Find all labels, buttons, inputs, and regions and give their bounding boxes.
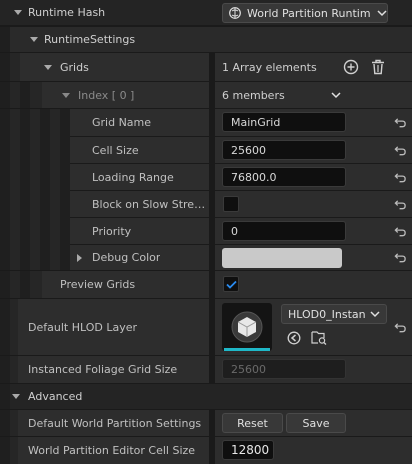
runtime-settings-label: RuntimeSettings	[44, 33, 136, 46]
priority-input[interactable]: 0	[222, 221, 346, 241]
checkmark-icon	[225, 280, 237, 289]
grid-name-input[interactable]: MainGrid	[222, 112, 346, 132]
expand-icon[interactable]	[14, 10, 22, 15]
loading-range-row: Loading Range 76800.0	[70, 164, 412, 190]
default-hlod-row: Default HLOD Layer HLOD0_Instanc	[0, 299, 412, 355]
index0-label: Index [ 0 ]	[78, 88, 135, 102]
use-selected-icon[interactable]	[287, 331, 301, 345]
hlod-layer-combo[interactable]: HLOD0_Instanc	[281, 304, 387, 324]
browse-asset-icon[interactable]	[311, 330, 327, 345]
cube-asset-icon	[231, 311, 263, 343]
chevron-down-icon[interactable]	[331, 91, 341, 99]
index0-value: 6 members	[222, 88, 285, 102]
editor-cell-size-label: World Partition Editor Cell Size	[28, 444, 196, 457]
default-wp-settings-row: Default World Partition Settings Reset S…	[0, 410, 412, 436]
reset-icon[interactable]	[392, 319, 408, 335]
chevron-down-icon	[377, 10, 387, 17]
reset-icon[interactable]	[392, 169, 408, 185]
grids-row: Grids 1 Array elements	[0, 53, 412, 81]
runtime-hash-label: Runtime Hash	[28, 6, 106, 19]
hlod-thumbnail[interactable]	[222, 303, 272, 351]
preview-grids-label: Preview Grids	[60, 278, 136, 291]
expand-icon[interactable]	[62, 92, 70, 98]
expand-icon[interactable]	[77, 253, 82, 262]
debug-color-swatch[interactable]	[222, 248, 342, 268]
block-slow-row: Block on Slow Stream...	[70, 191, 412, 217]
expand-icon[interactable]	[44, 64, 52, 70]
cell-size-input[interactable]: 25600	[222, 140, 346, 160]
advanced-row: Advanced	[0, 384, 412, 409]
cell-size-label: Cell Size	[92, 143, 139, 157]
index0-row: Index [ 0 ] 6 members	[0, 82, 412, 108]
block-slow-label: Block on Slow Stream...	[92, 197, 210, 211]
foliage-grid-row: Instanced Foliage Grid Size 25600	[0, 356, 412, 383]
priority-row: Priority 0	[70, 218, 412, 244]
foliage-grid-input: 25600	[222, 359, 346, 379]
priority-label: Priority	[92, 224, 132, 238]
members-indent	[0, 109, 70, 270]
default-hlod-label: Default HLOD Layer	[28, 320, 137, 334]
runtime-settings-row: RuntimeSettings	[0, 27, 412, 52]
chevron-down-icon	[370, 311, 380, 318]
grids-label: Grids	[60, 60, 89, 74]
reset-icon[interactable]	[392, 142, 408, 158]
trash-icon[interactable]	[371, 59, 385, 75]
expand-icon[interactable]	[30, 37, 38, 42]
editor-cell-size-input[interactable]: 12800	[222, 440, 274, 460]
editor-cell-size-row: World Partition Editor Cell Size 12800	[0, 437, 412, 464]
hlod-layer-value: HLOD0_Instanc	[288, 307, 366, 321]
reset-icon[interactable]	[392, 196, 408, 212]
save-button[interactable]: Save	[286, 413, 346, 433]
expand-icon[interactable]	[12, 394, 20, 399]
world-icon	[229, 7, 241, 19]
block-slow-checkbox[interactable]	[223, 196, 239, 212]
default-wp-settings-label: Default World Partition Settings	[28, 416, 202, 430]
runtime-hash-value: World Partition Runtim	[247, 6, 371, 20]
cell-size-row: Cell Size 25600	[70, 137, 412, 163]
preview-grids-checkbox[interactable]	[223, 276, 239, 292]
loading-range-input[interactable]: 76800.0	[222, 167, 346, 187]
debug-color-label: Debug Color	[92, 251, 161, 264]
reset-icon[interactable]	[392, 250, 408, 266]
grids-value: 1 Array elements	[222, 60, 317, 74]
reset-icon[interactable]	[392, 223, 408, 239]
runtime-hash-combo[interactable]: World Partition Runtim	[222, 3, 388, 23]
thumbnail-accent	[224, 348, 270, 351]
reset-icon[interactable]	[392, 115, 408, 131]
foliage-grid-label: Instanced Foliage Grid Size	[28, 363, 178, 376]
runtime-hash-row: Runtime Hash World Partition Runtim	[0, 0, 412, 26]
advanced-label: Advanced	[28, 390, 83, 403]
grid-name-row: Grid Name MainGrid	[70, 109, 412, 136]
preview-grids-row: Preview Grids	[0, 271, 412, 298]
reset-button[interactable]: Reset	[222, 413, 283, 433]
debug-color-row: Debug Color	[70, 245, 412, 270]
loading-range-label: Loading Range	[92, 170, 174, 184]
add-icon[interactable]	[343, 59, 359, 75]
grid-name-label: Grid Name	[92, 116, 152, 129]
